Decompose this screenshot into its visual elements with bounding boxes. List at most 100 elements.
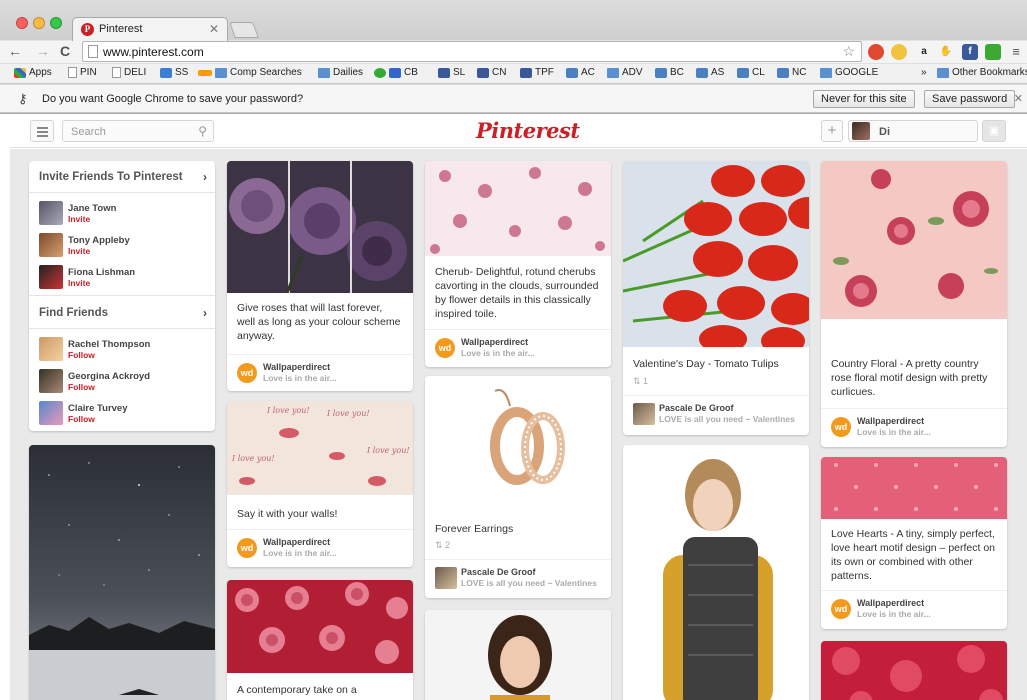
- pin-card[interactable]: Love Hearts - A tiny, simply perfect, lo…: [821, 457, 1007, 629]
- bookmark-adv[interactable]: ADV: [607, 67, 643, 78]
- invite-friends-heading[interactable]: Invite Friends To Pinterest: [39, 171, 183, 183]
- pinterest-logo[interactable]: Pinterest: [476, 118, 580, 143]
- bookmark-google[interactable]: GOOGLE: [820, 67, 878, 78]
- bookmark-bc[interactable]: BC: [655, 67, 684, 78]
- pinner-name[interactable]: Pascale De Groof: [659, 403, 734, 413]
- board-name[interactable]: Love is in the air...: [263, 548, 337, 558]
- pin-card[interactable]: Give roses that will last forever, well …: [227, 161, 413, 391]
- pin-card[interactable]: [623, 445, 809, 700]
- pin-attribution[interactable]: wd Wallpaperdirect Love is in the air...: [821, 590, 1007, 629]
- notifications-button[interactable]: ▣: [982, 120, 1006, 142]
- pin-attribution[interactable]: wd Wallpaperdirect Love is in the air...: [227, 354, 413, 391]
- chrome-menu-icon[interactable]: ≡: [1008, 44, 1024, 60]
- friend-name: Rachel Thompson: [68, 339, 151, 350]
- bookmark-other[interactable]: Other Bookmarks: [937, 67, 1027, 78]
- pin-attribution[interactable]: Pascale De Groof LOVE is all you need ~ …: [623, 395, 809, 435]
- bookmarks-overflow[interactable]: »: [921, 67, 927, 78]
- user-profile-button[interactable]: Di: [848, 120, 978, 142]
- save-password-button[interactable]: Save password: [924, 90, 1016, 108]
- board-name[interactable]: Love is in the air...: [263, 373, 337, 383]
- pinner-name[interactable]: Pascale De Groof: [461, 567, 536, 577]
- board-name[interactable]: LOVE is all you need ~ Valentines: [461, 578, 597, 588]
- pin-card[interactable]: [425, 610, 611, 700]
- extension-hand-icon[interactable]: ✋: [938, 44, 954, 60]
- never-for-this-site-button[interactable]: Never for this site: [813, 90, 915, 108]
- tomato-tulips-image: [623, 161, 809, 347]
- find-friends-heading[interactable]: Find Friends: [39, 307, 108, 319]
- pin-card[interactable]: Forever Earrings ⇅ 2 Pascale De Groof LO…: [425, 376, 611, 598]
- pin-card[interactable]: Cherub- Delightful, rotund cherubs cavor…: [425, 161, 611, 367]
- bookmark-cn[interactable]: CN: [477, 67, 506, 78]
- pinner-name[interactable]: Wallpaperdirect: [461, 337, 528, 347]
- bookmark-cl[interactable]: CL: [737, 67, 765, 78]
- pinner-name[interactable]: Wallpaperdirect: [263, 537, 330, 547]
- close-window-button[interactable]: [16, 17, 28, 29]
- pin-attribution[interactable]: wd Wallpaperdirect Love is in the air...: [227, 529, 413, 567]
- bookmark-as[interactable]: AS: [696, 67, 724, 78]
- facebook-icon[interactable]: f: [962, 44, 978, 60]
- maximize-window-button[interactable]: [50, 17, 62, 29]
- back-arrow-icon[interactable]: ←: [8, 43, 22, 59]
- invite-row[interactable]: Tony Appleby Invite: [39, 233, 215, 263]
- follow-link[interactable]: Follow: [68, 350, 95, 360]
- pin-attribution[interactable]: wd Wallpaperdirect Love is in the air...: [821, 408, 1007, 447]
- invite-link[interactable]: Invite: [68, 278, 90, 288]
- pin-card[interactable]: A contemporary take on a: [227, 580, 413, 700]
- new-tab-button[interactable]: [229, 22, 259, 38]
- pin-card[interactable]: Valentine's Day - Tomato Tulips ⇅ 1 Pasc…: [623, 161, 809, 435]
- chevron-right-icon[interactable]: ›: [203, 170, 207, 184]
- extension-red-icon[interactable]: [868, 44, 884, 60]
- follow-link[interactable]: Follow: [68, 382, 95, 392]
- pinner-name[interactable]: Wallpaperdirect: [857, 416, 924, 426]
- pin-attribution[interactable]: wd Wallpaperdirect Love is in the air...: [425, 329, 611, 367]
- bookmark-nc[interactable]: NC: [777, 67, 806, 78]
- browser-tab[interactable]: P Pinterest ✕: [72, 17, 228, 41]
- invite-link[interactable]: Invite: [68, 246, 90, 256]
- minimize-window-button[interactable]: [33, 17, 45, 29]
- extension-green-icon[interactable]: [985, 44, 1001, 60]
- pinner-name[interactable]: Wallpaperdirect: [263, 362, 330, 372]
- bookmark-pin[interactable]: PIN: [68, 67, 97, 78]
- pin-card[interactable]: I love you! I love you! I love you! I lo…: [227, 401, 413, 567]
- bookmark-ac[interactable]: AC: [566, 67, 595, 78]
- bookmark-tpf[interactable]: TPF: [520, 67, 554, 78]
- invite-link[interactable]: Invite: [68, 214, 90, 224]
- reload-icon[interactable]: C: [60, 43, 70, 59]
- bookmark-dailies[interactable]: Dailies: [318, 67, 363, 78]
- pin-card[interactable]: [29, 445, 215, 700]
- bookmark-ss[interactable]: SS: [160, 67, 188, 78]
- tab-close-icon[interactable]: ✕: [209, 22, 219, 36]
- pinner-name[interactable]: Wallpaperdirect: [857, 598, 924, 608]
- search-input[interactable]: Search ⚲: [62, 120, 214, 142]
- follow-link[interactable]: Follow: [68, 414, 95, 424]
- infobar-close-icon[interactable]: ✕: [1014, 92, 1023, 105]
- bookmark-star-icon[interactable]: ☆: [842, 43, 855, 60]
- board-name[interactable]: Love is in the air...: [461, 348, 535, 358]
- friend-name: Tony Appleby: [68, 235, 130, 246]
- bookmark-cb[interactable]: CB: [374, 67, 418, 78]
- invite-row[interactable]: Jane Town Invite: [39, 201, 215, 231]
- board-name[interactable]: Love is in the air...: [857, 609, 931, 619]
- board-name[interactable]: Love is in the air...: [857, 427, 931, 437]
- menu-button[interactable]: [30, 120, 54, 142]
- follow-row[interactable]: Georgina Ackroyd Follow: [39, 369, 215, 399]
- bookmark-deli[interactable]: DELI: [112, 67, 146, 78]
- pin-attribution[interactable]: Pascale De Groof LOVE is all you need ~ …: [425, 559, 611, 598]
- bookmark-comp-searches[interactable]: Comp Searches: [198, 67, 302, 78]
- forward-arrow-icon[interactable]: →: [36, 43, 50, 59]
- bookmark-apps[interactable]: Apps: [14, 67, 52, 78]
- save-password-infobar: ⚷ Do you want Google Chrome to save your…: [0, 85, 1027, 113]
- amazon-icon[interactable]: a: [916, 44, 932, 60]
- follow-row[interactable]: Rachel Thompson Follow: [39, 337, 215, 367]
- extension-face-icon[interactable]: [891, 44, 907, 60]
- pin-card[interactable]: Country Floral - A pretty country rose f…: [821, 161, 1007, 447]
- pin-card[interactable]: [821, 641, 1007, 700]
- image-icon: [696, 67, 708, 78]
- bookmark-sl[interactable]: SL: [438, 67, 465, 78]
- add-pin-button[interactable]: +: [821, 120, 843, 142]
- address-bar[interactable]: www.pinterest.com ☆: [82, 41, 862, 62]
- follow-row[interactable]: Claire Turvey Follow: [39, 401, 215, 431]
- board-name[interactable]: LOVE is all you need ~ Valentines: [659, 414, 795, 424]
- invite-row[interactable]: Fiona Lishman Invite: [39, 265, 215, 295]
- chevron-right-icon[interactable]: ›: [203, 306, 207, 320]
